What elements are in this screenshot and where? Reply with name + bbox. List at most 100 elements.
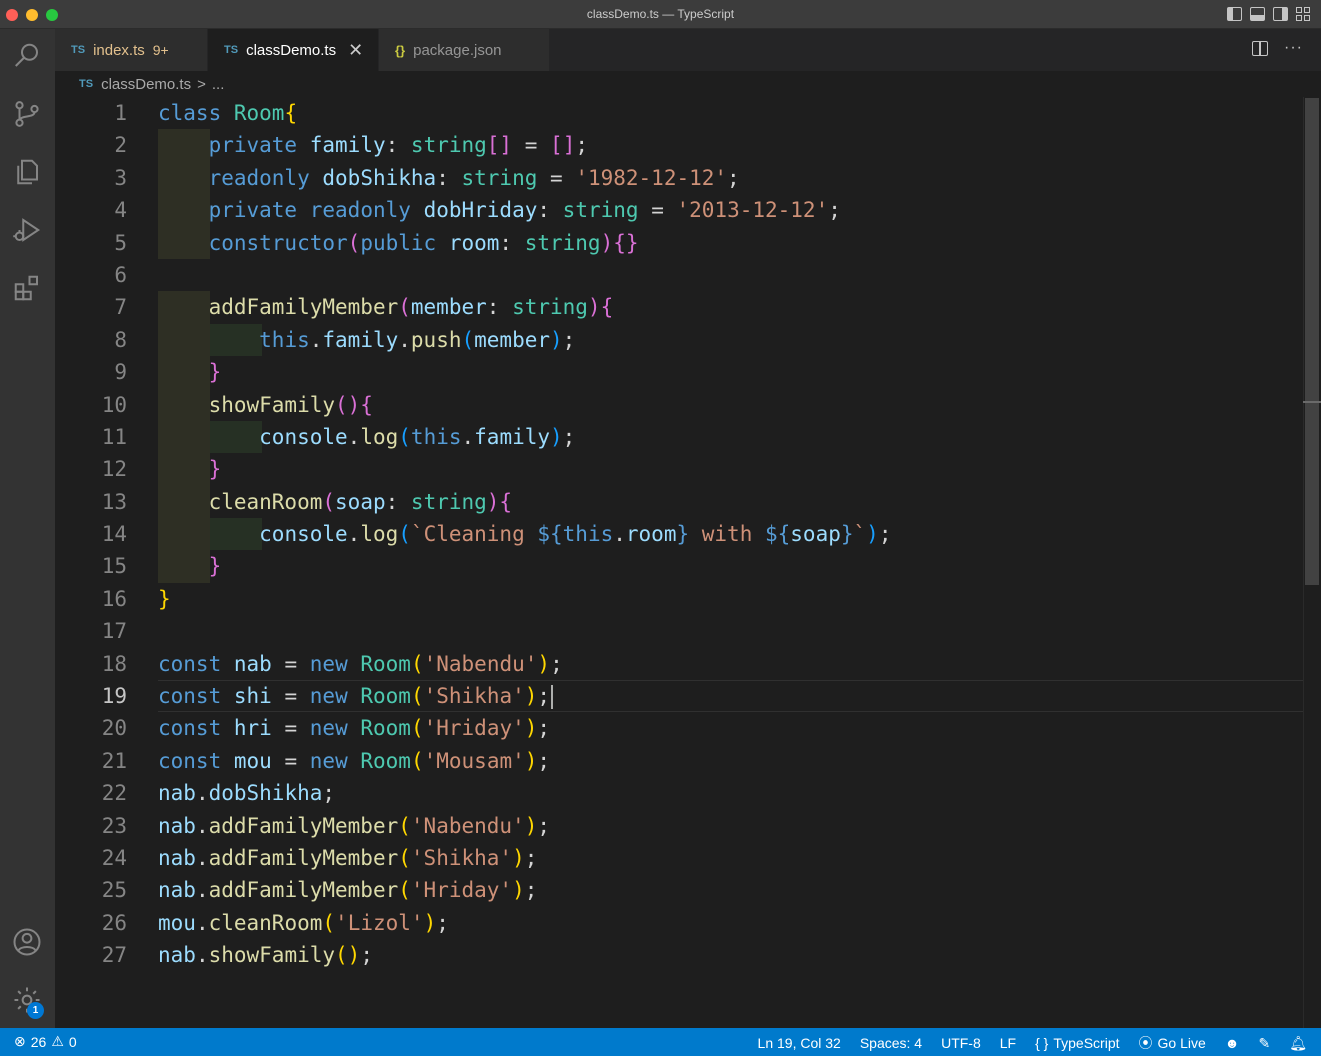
code-line[interactable]: } [158,453,1303,486]
feedback-icon[interactable]: ✎ [1258,1035,1270,1052]
language-mode[interactable]: { } TypeScript [1035,1035,1119,1051]
tab-label: index.ts [93,41,145,59]
code-line[interactable]: const hri = new Room('Hriday'); [158,712,1303,744]
code-line[interactable]: } [158,583,1303,615]
code-line[interactable]: private readonly dobHriday: string = '20… [158,194,1303,227]
code-line[interactable]: this.family.push(member); [158,323,1303,357]
editor-tab-bar: TS index.ts 9+ TS classDemo.ts ✕ {} pack… [55,29,1321,71]
code-line[interactable]: console.log(this.family); [158,420,1303,454]
line-number: 4 [114,198,127,223]
typescript-file-icon: TS [79,78,94,90]
encoding-status[interactable]: UTF-8 [941,1035,981,1051]
notifications-bell-icon[interactable]: 🔔︎ [1289,1035,1307,1052]
line-number: 12 [101,457,127,482]
code-line[interactable] [158,615,1303,647]
code-line[interactable]: nab.addFamilyMember('Shikha'); [158,842,1303,874]
line-number: 23 [101,813,127,838]
cursor-position[interactable]: Ln 19, Col 32 [758,1035,841,1051]
code-line[interactable]: mou.cleanRoom('Lizol'); [158,907,1303,939]
line-number: 1 [114,101,127,125]
run-debug-icon[interactable] [10,213,44,247]
language-braces-icon: { } [1035,1035,1049,1051]
search-icon[interactable] [10,39,44,73]
code-line[interactable]: nab.dobShikha; [158,777,1303,809]
problems-status[interactable]: ⊗ 26 ⚠ 0 [14,1033,77,1050]
line-number-gutter: 1 2 3 4 5 6 7 8 9 10 11 12 13 14 15 16 1… [55,97,140,972]
extensions-icon[interactable] [10,271,44,305]
tab-package-json[interactable]: {} package.json [379,29,549,71]
tab-label: package.json [413,41,502,59]
explorer-icon[interactable] [10,155,44,189]
indentation-status[interactable]: Spaces: 4 [860,1035,922,1051]
copilot-icon[interactable]: ☻ [1225,1035,1240,1051]
code-editor[interactable]: 1 2 3 4 5 6 7 8 9 10 11 12 13 14 15 16 1… [55,97,1321,1028]
breadcrumb-file[interactable]: classDemo.ts [101,76,191,93]
toggle-primary-sidebar-icon[interactable] [1227,7,1242,21]
activity-bar: 1 [0,29,55,1028]
toggle-secondary-sidebar-icon[interactable] [1273,7,1288,21]
source-control-icon[interactable] [10,97,44,131]
line-number: 9 [114,360,127,385]
breadcrumb-separator: > [197,75,206,93]
error-count: 26 [30,1033,47,1050]
code-line[interactable]: console.log(`Cleaning ${this.room} with … [158,518,1303,551]
tab-index-ts[interactable]: TS index.ts 9+ [55,29,207,71]
code-line[interactable]: cleanRoom(soap: string){ [158,485,1303,519]
warning-count: 0 [68,1033,77,1050]
tab-classdemo-ts[interactable]: TS classDemo.ts ✕ [208,29,378,71]
more-actions-icon[interactable]: ··· [1284,40,1303,56]
line-number: 5 [114,230,127,255]
scrollbar-thumb[interactable] [1305,98,1319,585]
settings-update-badge: 1 [27,1002,44,1019]
line-number: 27 [101,943,127,968]
typescript-file-icon: TS [71,44,86,56]
title-bar: classDemo.ts — TypeScript [0,0,1321,29]
code-line[interactable]: nab.addFamilyMember('Nabendu'); [158,810,1303,842]
customize-layout-icon[interactable] [1296,7,1311,21]
json-file-icon: {} [395,42,406,58]
go-live-button[interactable]: ⦿ Go Live [1139,1033,1206,1053]
close-tab-icon[interactable]: ✕ [348,40,363,61]
broadcast-icon: ⦿ [1138,1035,1153,1051]
line-number: 11 [101,424,127,449]
eol-status[interactable]: LF [1000,1035,1016,1051]
code-line[interactable]: nab.addFamilyMember('Hriday'); [158,874,1303,906]
code-line[interactable]: } [158,356,1303,389]
code-line[interactable]: const nab = new Room('Nabendu'); [158,648,1303,680]
breadcrumb: TS classDemo.ts > ... [55,71,1321,97]
code-line[interactable]: showFamily(){ [158,388,1303,421]
warning-icon: ⚠ [51,1033,64,1049]
language-label: TypeScript [1053,1035,1120,1051]
code-line[interactable]: addFamilyMember(member: string){ [158,291,1303,324]
line-number: 6 [114,262,127,287]
account-icon[interactable] [10,925,44,959]
go-live-label: Go Live [1157,1035,1206,1051]
code-line[interactable]: readonly dobShikha: string = '1982-12-12… [158,161,1303,195]
code-lines[interactable]: class Room{ private family: string[] = [… [158,97,1303,972]
code-line[interactable]: } [158,550,1303,583]
code-line-current[interactable]: const shi = new Room('Shikha'); [158,680,1303,713]
code-line[interactable]: class Room{ [158,97,1303,129]
line-number: 22 [101,781,127,806]
line-number: 10 [101,392,127,417]
line-number: 20 [101,716,127,741]
typescript-file-icon: TS [224,44,239,56]
code-line[interactable] [158,259,1303,291]
line-number: 8 [114,327,127,352]
code-line[interactable]: nab.showFamily(); [158,939,1303,971]
code-line[interactable]: private family: string[] = []; [158,129,1303,162]
line-number: 16 [101,586,127,611]
breadcrumb-symbols[interactable]: ... [212,76,225,93]
line-number: 3 [114,165,127,190]
scrollbar-cursor-marker [1303,401,1321,403]
text-cursor [551,685,554,710]
tab-label: classDemo.ts [246,41,337,59]
line-number: 17 [101,619,127,644]
code-line[interactable]: constructor(public room: string){} [158,226,1303,259]
line-number: 13 [101,489,127,514]
toggle-panel-icon[interactable] [1250,7,1265,21]
error-icon: ⊗ [14,1033,26,1049]
split-editor-icon[interactable] [1252,41,1269,56]
window-title: classDemo.ts — TypeScript [586,7,735,21]
code-line[interactable]: const mou = new Room('Mousam'); [158,745,1303,777]
